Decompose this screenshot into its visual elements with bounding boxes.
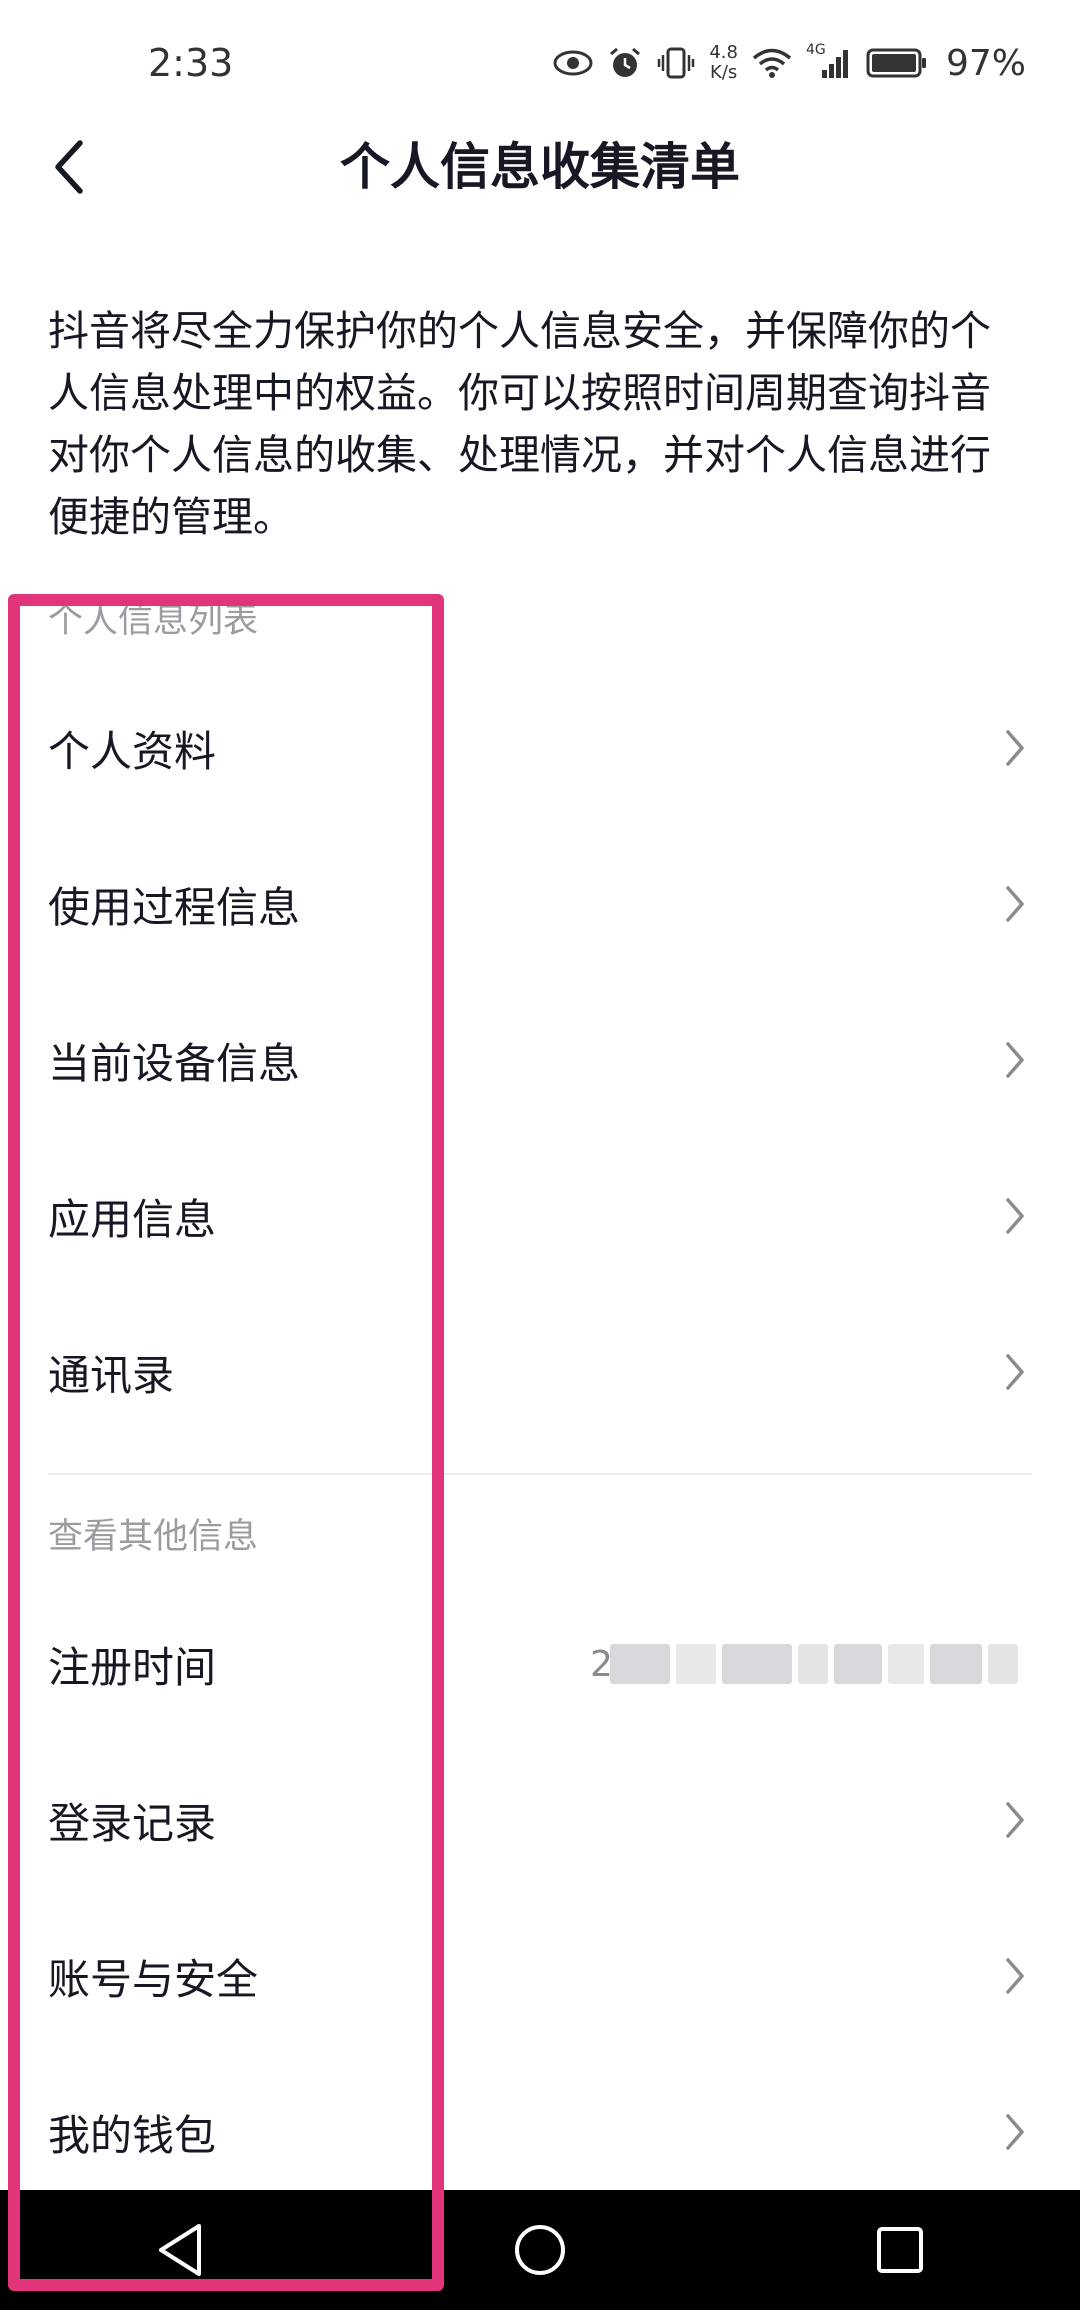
list-item-label: 账号与安全 <box>48 1954 259 2004</box>
status-icons: 4.8 K/s 4G 97% <box>553 38 1026 88</box>
list-item-wallet[interactable]: 我的钱包 <box>0 2054 1080 2210</box>
wifi-icon <box>752 47 792 79</box>
list-item-label: 当前设备信息 <box>48 1038 301 1088</box>
status-bar: 2:33 4.8 K/s 4G 97% <box>0 0 1080 125</box>
title-bar: 个人信息收集清单 <box>0 125 1080 210</box>
list-item-device-info[interactable]: 当前设备信息 <box>0 982 1080 1138</box>
list-item-register-time: 注册时间 2 <box>0 1586 1080 1742</box>
list-item-profile[interactable]: 个人资料 <box>0 670 1080 826</box>
chevron-right-icon <box>1000 728 1030 768</box>
status-time: 2:33 <box>148 41 234 85</box>
list-item-label: 个人资料 <box>48 726 217 776</box>
cell-signal-icon: 4G <box>806 42 852 80</box>
section-title-other: 查看其他信息 <box>48 1517 259 1557</box>
chevron-right-icon <box>1000 884 1030 924</box>
chevron-right-icon <box>1000 1956 1030 1996</box>
list-item-label: 通讯录 <box>48 1350 175 1400</box>
battery-icon <box>866 47 928 79</box>
net-speed: 4.8 K/s <box>709 43 738 83</box>
list-item-label: 使用过程信息 <box>48 882 301 932</box>
list-item-app-info[interactable]: 应用信息 <box>0 1138 1080 1294</box>
chevron-right-icon <box>1000 1040 1030 1080</box>
list-item-contacts[interactable]: 通讯录 <box>0 1294 1080 1450</box>
nav-recents-button[interactable] <box>840 2190 960 2310</box>
chevron-right-icon <box>1000 1800 1030 1840</box>
list-item-account-security[interactable]: 账号与安全 <box>0 1898 1080 2054</box>
eye-icon <box>553 48 593 78</box>
nav-back-button[interactable] <box>120 2190 240 2310</box>
battery-level: 97% <box>945 42 1026 84</box>
list-item-label: 登录记录 <box>48 1798 217 1848</box>
circle-home-icon <box>515 2225 565 2275</box>
triangle-back-icon <box>159 2224 201 2276</box>
section-divider <box>48 1473 1032 1475</box>
list-item-label: 注册时间 <box>48 1642 217 1692</box>
net-speed-unit: K/s <box>710 62 738 83</box>
net-speed-value: 4.8 <box>709 42 738 63</box>
system-nav-bar <box>0 2190 1080 2310</box>
list-item-label: 应用信息 <box>48 1194 217 1244</box>
nav-home-button[interactable] <box>480 2190 600 2310</box>
page-title: 个人信息收集清单 <box>340 138 740 196</box>
list-item-usage-info[interactable]: 使用过程信息 <box>0 826 1080 982</box>
alarm-icon <box>607 45 643 81</box>
chevron-right-icon <box>1000 1352 1030 1392</box>
blurred-value <box>610 1636 1050 1692</box>
chevron-right-icon <box>1000 1196 1030 1236</box>
square-recents-icon <box>877 2227 923 2273</box>
chevron-right-icon <box>1000 2112 1030 2152</box>
list-item-login-records[interactable]: 登录记录 <box>0 1742 1080 1898</box>
list-item-label: 我的钱包 <box>48 2110 217 2160</box>
signal-type-label: 4G <box>805 42 826 58</box>
vibrate-icon <box>657 45 695 81</box>
intro-text: 抖音将尽全力保护你的个人信息安全，并保障你的个人信息处理中的权益。你可以按照时间… <box>48 307 991 541</box>
section-title-personal: 个人信息列表 <box>48 601 259 641</box>
